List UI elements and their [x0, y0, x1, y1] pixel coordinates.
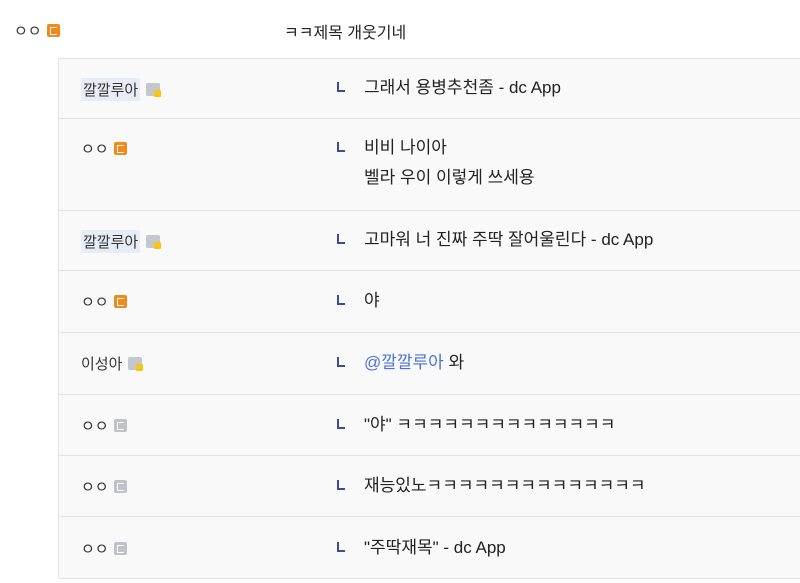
reply-row: 이성아 @깔깔루아 와 [59, 332, 800, 394]
reply-text: 그래서 용병추천좀 - dc App [364, 73, 561, 103]
reply-text: "야" ㅋㅋㅋㅋㅋㅋㅋㅋㅋㅋㅋㅋㅋㅋ [364, 410, 615, 440]
fixed-nick-light-icon [113, 419, 127, 432]
reply-arrow-icon [337, 419, 345, 429]
reply-arrow-icon [337, 82, 345, 92]
fixed-nick-light-icon [113, 542, 127, 555]
reply-author[interactable]: ㅇㅇ [81, 291, 127, 312]
reply-author[interactable]: ㅇㅇ [81, 138, 127, 159]
post-author[interactable]: ㅇㅇ [14, 20, 60, 41]
reply-text: 야 [364, 286, 380, 316]
fixed-nick-icon [113, 142, 127, 155]
fixed-nick-icon [46, 24, 60, 37]
reply-author[interactable]: 이성아 [81, 353, 144, 374]
post-header: ㅇㅇ ㅋㅋ제목 개웃기네 [0, 0, 800, 58]
reply-line: 고마워 너 진짜 주딱 잘어울린다 - dc App [364, 230, 654, 249]
half-fixed-nick-icon [146, 83, 162, 97]
fixed-nick-icon [113, 295, 127, 308]
reply-author-name[interactable]: 깔깔루아 [81, 78, 141, 101]
reply-arrow-icon [337, 295, 345, 305]
reply-author-name[interactable]: ㅇㅇ [81, 476, 109, 497]
reply-line: 그래서 용병추천좀 - dc App [364, 78, 561, 97]
reply-line: 와 [448, 353, 465, 372]
half-fixed-nick-icon [128, 357, 144, 371]
reply-author[interactable]: 깔깔루아 [81, 78, 162, 101]
reply-row: ㅇㅇ 비비 나이아 벨라 우이 이렇게 쓰세용 [59, 118, 800, 210]
reply-line: 야 [364, 291, 380, 310]
reply-row: ㅇㅇ 재능있노ㅋㅋㅋㅋㅋㅋㅋㅋㅋㅋㅋㅋㅋㅋ [59, 455, 800, 516]
reply-author[interactable]: 깔깔루아 [81, 230, 162, 253]
reply-author-name[interactable]: ㅇㅇ [81, 291, 109, 312]
reply-line: 비비 나이아 [364, 138, 447, 157]
reply-arrow-icon [337, 142, 345, 152]
reply-author-name[interactable]: 깔깔루아 [81, 230, 141, 253]
reply-text: 고마워 너 진짜 주딱 잘어울린다 - dc App [364, 225, 653, 255]
reply-row: 깔깔루아 그래서 용병추천좀 - dc App [59, 58, 800, 118]
reply-text: 비비 나이아 벨라 우이 이렇게 쓰세용 [364, 133, 535, 193]
reply-row: 깔깔루아 고마워 너 진짜 주딱 잘어울린다 - dc App [59, 210, 800, 270]
post-title[interactable]: ㅋㅋ제목 개웃기네 [284, 19, 406, 43]
half-fixed-nick-icon [146, 235, 162, 249]
reply-row: ㅇㅇ 야 [59, 270, 800, 332]
reply-author-name[interactable]: ㅇㅇ [81, 538, 109, 559]
reply-row: ㅇㅇ "야" ㅋㅋㅋㅋㅋㅋㅋㅋㅋㅋㅋㅋㅋㅋ [59, 394, 800, 455]
reply-author[interactable]: ㅇㅇ [81, 538, 127, 559]
reply-line: "주딱재목" - dc App [364, 538, 506, 557]
reply-arrow-icon [337, 357, 345, 367]
reply-author-name[interactable]: ㅇㅇ [81, 138, 109, 159]
reply-arrow-icon [337, 480, 345, 490]
reply-arrow-icon [337, 234, 345, 244]
reply-author-name[interactable]: ㅇㅇ [81, 415, 109, 436]
mention-link[interactable]: @깔깔루아 [364, 353, 444, 372]
reply-line: "야" ㅋㅋㅋㅋㅋㅋㅋㅋㅋㅋㅋㅋㅋㅋ [364, 415, 616, 434]
reply-text: @깔깔루아 와 [364, 348, 464, 378]
reply-arrow-icon [337, 542, 345, 552]
reply-text: "주딱재목" - dc App [364, 533, 506, 563]
reply-row: ㅇㅇ "주딱재목" - dc App [59, 516, 800, 579]
reply-author-name[interactable]: 이성아 [81, 353, 122, 374]
fixed-nick-light-icon [113, 480, 127, 493]
reply-list: 깔깔루아 그래서 용병추천좀 - dc App ㅇㅇ 비비 나이아 벨라 우이 … [58, 58, 800, 579]
reply-author[interactable]: ㅇㅇ [81, 415, 127, 436]
reply-text: 재능있노ㅋㅋㅋㅋㅋㅋㅋㅋㅋㅋㅋㅋㅋㅋ [364, 471, 646, 501]
reply-line: 벨라 우이 이렇게 쓰세용 [364, 168, 535, 187]
reply-line: 재능있노ㅋㅋㅋㅋㅋㅋㅋㅋㅋㅋㅋㅋㅋㅋ [364, 476, 646, 495]
reply-author[interactable]: ㅇㅇ [81, 476, 127, 497]
post-author-name[interactable]: ㅇㅇ [14, 20, 42, 41]
